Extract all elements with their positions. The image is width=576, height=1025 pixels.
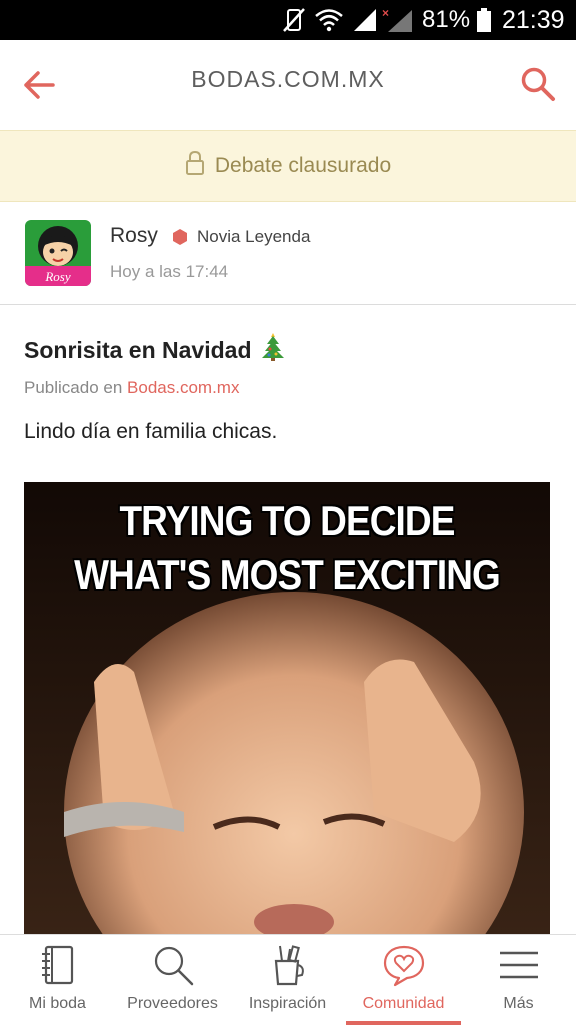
menu-icon [461,943,576,987]
site-title: BODAS.COM.MX [191,66,385,92]
nav-label: Mi boda [29,995,86,1012]
christmas-tree-icon [260,332,286,368]
search-icon[interactable] [520,66,556,107]
published-in: Publicado en Bodas.com.mx [24,378,239,398]
banner-text: Debate clausurado [214,154,392,177]
published-prefix: Publicado en [24,378,123,397]
nav-comunidad[interactable]: Comunidad [346,935,461,1025]
battery-percent: 81% [422,6,471,33]
svg-text:×: × [382,6,389,20]
nav-mi-boda[interactable]: Mi boda [0,935,115,1025]
nav-label: Inspiración [248,995,327,1012]
nav-proveedores[interactable]: Proveedores [115,935,230,1025]
search-icon [115,943,230,987]
image-caption-line-1: TRYING TO DECIDE [119,497,455,544]
rank-hexagon-icon [172,228,188,251]
post-title: Sonrisita en Navidad [24,336,252,363]
author-row: Rosy Rosy Novia Leyenda Hoy a las 17:44 [0,202,576,305]
nav-label: Más [503,995,534,1012]
lock-icon [185,150,205,182]
nav-label: Proveedores [127,995,218,1012]
closed-debate-banner: Debate clausurado [0,130,576,202]
signal-no-sim-icon: × [382,0,414,40]
active-tab-indicator [346,1021,461,1025]
vibrate-off-icon [282,0,306,40]
image-caption-line-2: WHAT'S MOST EXCITING [74,551,501,598]
image-caption: TRYING TO DECIDE WHAT'S MOST EXCITING [56,494,519,602]
nav-inspiracion[interactable]: Inspiración [230,935,345,1025]
avatar-label: Rosy [44,269,71,284]
notebook-icon [0,943,115,987]
nav-label: Comunidad [362,995,445,1012]
wifi-icon [314,0,344,40]
bottom-navigation: Mi boda Proveedores Inspiración Comunida… [0,934,576,1025]
status-bar: × 81% 21:39 [0,0,576,40]
signal-icon [352,0,378,40]
avatar[interactable]: Rosy [25,220,91,286]
post-time: Hoy a las 17:44 [110,262,229,281]
published-link[interactable]: Bodas.com.mx [127,378,239,397]
clock: 21:39 [502,5,565,34]
author-rank: Novia Leyenda [197,227,311,246]
author-name[interactable]: Rosy [110,224,158,248]
post-image[interactable]: TRYING TO DECIDE WHAT'S MOST EXCITING [24,482,550,952]
nav-mas[interactable]: Más [461,935,576,1025]
app-header: BODAS.COM.MX [0,40,576,131]
post-title-row: Sonrisita en Navidad [24,332,286,368]
pencil-cup-icon [230,943,345,987]
battery-icon [476,0,492,40]
heart-chat-icon [346,943,461,987]
post-body: Lindo día en familia chicas. [24,420,278,443]
